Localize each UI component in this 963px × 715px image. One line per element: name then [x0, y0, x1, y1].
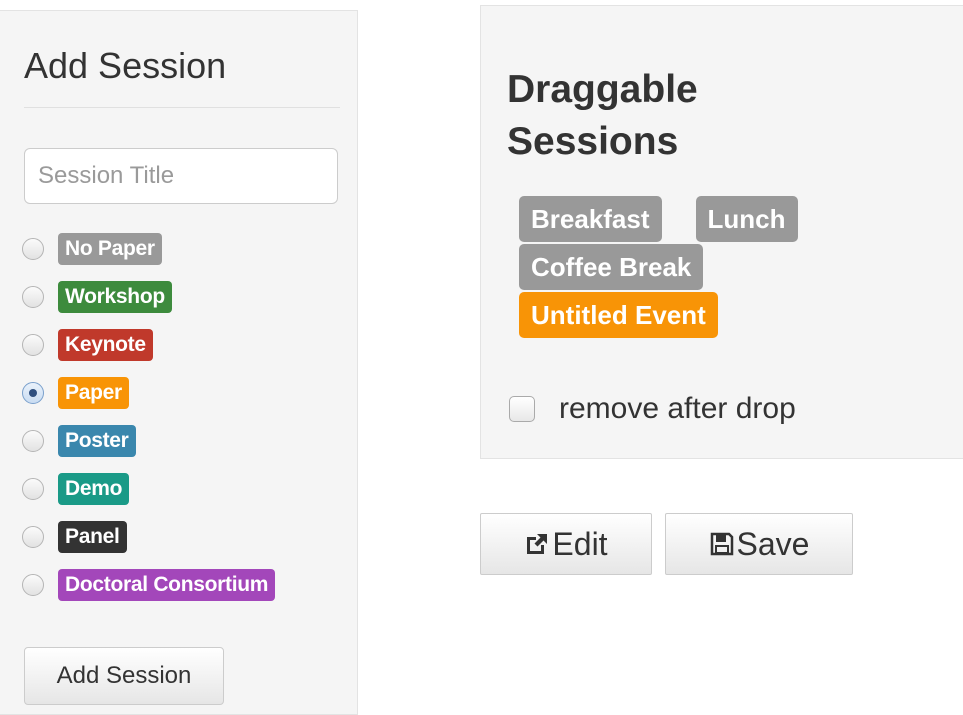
draggable-event-coffee-break[interactable]: Coffee Break: [519, 244, 704, 290]
radio-keynote[interactable]: [22, 334, 44, 356]
add-session-heading: Add Session: [24, 45, 227, 86]
radio-poster[interactable]: [22, 430, 44, 452]
divider: [24, 107, 340, 108]
remove-after-drop-checkbox[interactable]: [509, 396, 535, 422]
radio-doctoral-consortium[interactable]: [22, 574, 44, 596]
draggable-event-lunch[interactable]: Lunch: [695, 196, 798, 242]
floppy-disk-icon: [710, 532, 733, 556]
session-type-option[interactable]: Doctoral Consortium: [22, 561, 276, 609]
type-label-workshop: Workshop: [58, 281, 172, 313]
add-session-panel: Add Session No Paper Workshop Keynote Pa…: [0, 10, 358, 715]
type-label-poster: Poster: [58, 425, 136, 457]
type-label-demo: Demo: [58, 473, 130, 505]
remove-after-drop-label: remove after drop: [559, 392, 796, 425]
draggable-sessions-panel: Draggable Sessions Breakfast Lunch Coffee…: [480, 5, 963, 459]
draggable-event-breakfast[interactable]: Breakfast: [519, 196, 662, 242]
radio-paper[interactable]: [22, 382, 44, 404]
radio-workshop[interactable]: [22, 286, 44, 308]
edit-label: Edit: [552, 525, 608, 562]
draggable-event-untitled[interactable]: Untitled Event: [519, 292, 718, 338]
type-label-doctoral-consortium: Doctoral Consortium: [58, 569, 276, 601]
session-type-option[interactable]: Workshop: [22, 273, 275, 321]
session-type-option[interactable]: Poster: [22, 417, 275, 465]
draggable-events-list: Breakfast Lunch Coffee Break Untitled Eve…: [519, 196, 859, 340]
add-session-button[interactable]: Add Session: [24, 647, 224, 705]
session-type-option[interactable]: No Paper: [22, 225, 275, 273]
session-type-option[interactable]: Paper: [22, 369, 275, 417]
type-label-paper: Paper: [58, 377, 129, 409]
session-title-input[interactable]: [24, 148, 338, 204]
type-label-no-paper: No Paper: [58, 233, 162, 265]
session-type-option[interactable]: Demo: [22, 465, 275, 513]
save-label: Save: [736, 525, 810, 562]
external-edit-icon: [527, 534, 548, 554]
session-type-option[interactable]: Keynote: [22, 321, 275, 369]
radio-panel[interactable]: [22, 526, 44, 548]
draggable-sessions-heading: Draggable Sessions: [507, 68, 698, 163]
remove-after-drop-option[interactable]: remove after drop: [509, 392, 796, 426]
type-label-panel: Panel: [58, 521, 127, 553]
save-button[interactable]: Save: [665, 513, 853, 575]
edit-button[interactable]: Edit: [480, 513, 652, 575]
radio-no-paper[interactable]: [22, 238, 44, 260]
session-type-list: No Paper Workshop Keynote Paper Poster D…: [22, 225, 276, 609]
type-label-keynote: Keynote: [58, 329, 153, 361]
radio-demo[interactable]: [22, 478, 44, 500]
session-type-option[interactable]: Panel: [22, 513, 275, 561]
